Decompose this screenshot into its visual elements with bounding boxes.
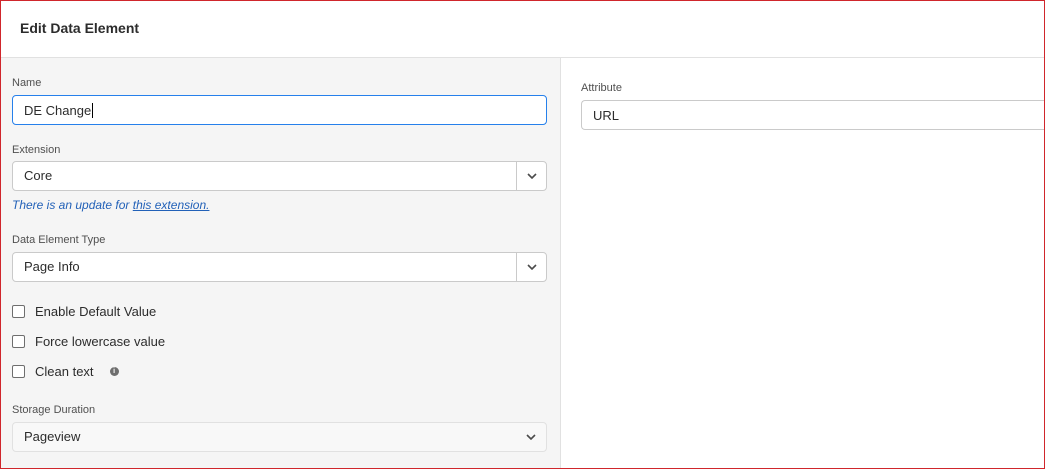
extension-label: Extension [12, 144, 61, 156]
name-label: Name [12, 77, 42, 89]
chevron-down-icon [526, 434, 536, 440]
edit-data-element-window: Edit Data Element Name DE Change Extensi… [0, 0, 1045, 469]
clean-text-checkbox[interactable] [12, 364, 25, 378]
chevron-down-icon [526, 264, 537, 270]
storage-duration-dropdown-button[interactable] [516, 423, 546, 451]
data-element-form: Name DE Change Extension Core There is a… [1, 58, 561, 468]
force-lowercase-checkbox[interactable] [12, 334, 25, 348]
header: Edit Data Element [1, 1, 1044, 58]
hint-text: There is an update for [12, 198, 130, 212]
clean-text-label: Clean text [35, 363, 94, 379]
data-element-type-dropdown-button[interactable] [516, 253, 546, 281]
storage-duration-label: Storage Duration [12, 404, 96, 416]
force-lowercase-option[interactable]: Force lowercase value [12, 333, 165, 349]
attribute-value: URL [593, 107, 620, 123]
text-cursor [92, 102, 94, 118]
enable-default-value-option[interactable]: Enable Default Value [12, 303, 156, 319]
enable-default-value-checkbox[interactable] [12, 304, 25, 318]
attribute-input[interactable]: URL [581, 100, 1044, 130]
clean-text-option[interactable]: Clean text i [12, 363, 119, 379]
data-element-type-label: Data Element Type [12, 234, 106, 246]
data-element-type-value: Page Info [24, 259, 80, 274]
page-title: Edit Data Element [20, 20, 140, 36]
extension-select[interactable]: Core [12, 161, 547, 191]
extension-settings-panel: Attribute URL [562, 58, 1044, 468]
chevron-down-icon [526, 173, 537, 179]
attribute-label: Attribute [581, 82, 622, 94]
info-icon[interactable]: i [109, 366, 119, 376]
name-value: DE Change [24, 102, 92, 118]
extension-value: Core [24, 168, 53, 183]
force-lowercase-label: Force lowercase value [35, 333, 166, 349]
extension-dropdown-button[interactable] [516, 162, 546, 190]
name-input[interactable]: DE Change [12, 95, 547, 125]
extension-update-hint: There is an update for this extension. [12, 198, 209, 212]
data-element-type-select[interactable]: Page Info [12, 252, 547, 282]
storage-duration-value: Pageview [24, 429, 81, 444]
extension-update-link[interactable]: this extension. [133, 198, 210, 212]
enable-default-value-label: Enable Default Value [35, 303, 157, 319]
storage-duration-select[interactable]: Pageview [12, 422, 547, 452]
